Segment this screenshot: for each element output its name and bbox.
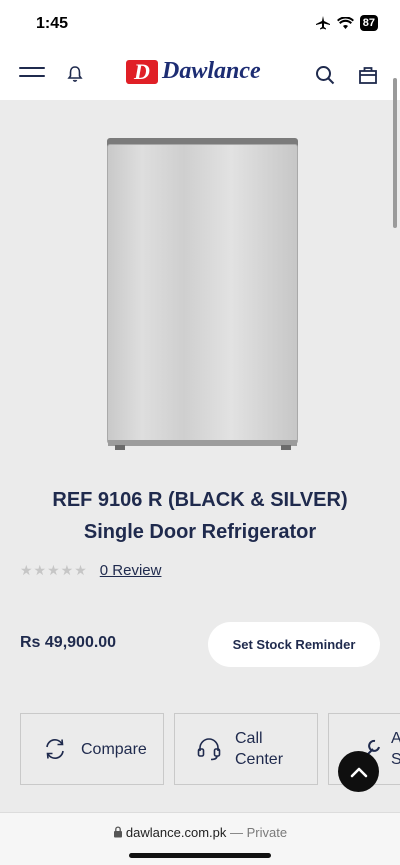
compare-button[interactable]: Compare xyxy=(20,713,164,785)
wifi-icon xyxy=(336,16,354,29)
product-title: REF 9106 R (BLACK & SILVER) Single Door … xyxy=(20,484,380,548)
browser-address-bar[interactable]: dawlance.com.pk — Private xyxy=(0,812,400,865)
fridge-base xyxy=(108,440,297,446)
product-title-line1: REF 9106 R (BLACK & SILVER) xyxy=(52,489,348,511)
call-center-button[interactable]: Call Center xyxy=(174,713,318,785)
status-time: 1:45 xyxy=(36,15,69,32)
product-image[interactable] xyxy=(107,138,298,452)
scroll-indicator xyxy=(393,78,397,228)
chevron-up-icon xyxy=(350,767,367,777)
dawlance-logo[interactable]: D Dawlance xyxy=(126,58,261,85)
fridge-foot xyxy=(281,445,291,450)
cart-icon[interactable] xyxy=(357,64,379,86)
site-header: D Dawlance xyxy=(0,50,400,100)
battery-indicator: 87 xyxy=(359,15,378,31)
product-title-line2: Single Door Refrigerator xyxy=(83,521,317,543)
logo-mark: D xyxy=(126,59,158,84)
service-label: Au Se xyxy=(391,728,400,770)
review-link[interactable]: 0 Review xyxy=(100,562,162,579)
url-separator: — xyxy=(226,825,247,840)
menu-icon[interactable] xyxy=(19,67,45,83)
rating-stars: ★★★★★ xyxy=(20,562,88,578)
product-price: Rs 49,900.00 xyxy=(20,634,117,651)
lock-icon xyxy=(113,826,122,838)
search-icon[interactable] xyxy=(314,64,336,86)
logo-text: Dawlance xyxy=(162,58,261,84)
rating-row: ★★★★★ 0 Review xyxy=(20,562,161,579)
status-bar: 1:45 87 xyxy=(0,0,400,50)
url-domain: dawlance.com.pk xyxy=(125,825,227,840)
set-stock-reminder-button[interactable]: Set Stock Reminder xyxy=(208,622,380,667)
home-indicator xyxy=(129,853,271,858)
address-text: dawlance.com.pk — Private xyxy=(0,825,400,840)
compare-label: Compare xyxy=(81,740,147,758)
fridge-foot xyxy=(115,445,125,450)
airplane-icon xyxy=(315,16,330,30)
fridge-door xyxy=(107,144,298,444)
scroll-to-top-button[interactable] xyxy=(338,751,379,792)
bell-icon[interactable] xyxy=(65,64,85,84)
private-mode-label: Private xyxy=(246,825,288,840)
status-icons: 87 xyxy=(315,15,378,31)
refresh-arrows-icon xyxy=(46,739,64,759)
headset-icon xyxy=(197,738,221,761)
call-center-label: Call Center xyxy=(235,730,284,768)
